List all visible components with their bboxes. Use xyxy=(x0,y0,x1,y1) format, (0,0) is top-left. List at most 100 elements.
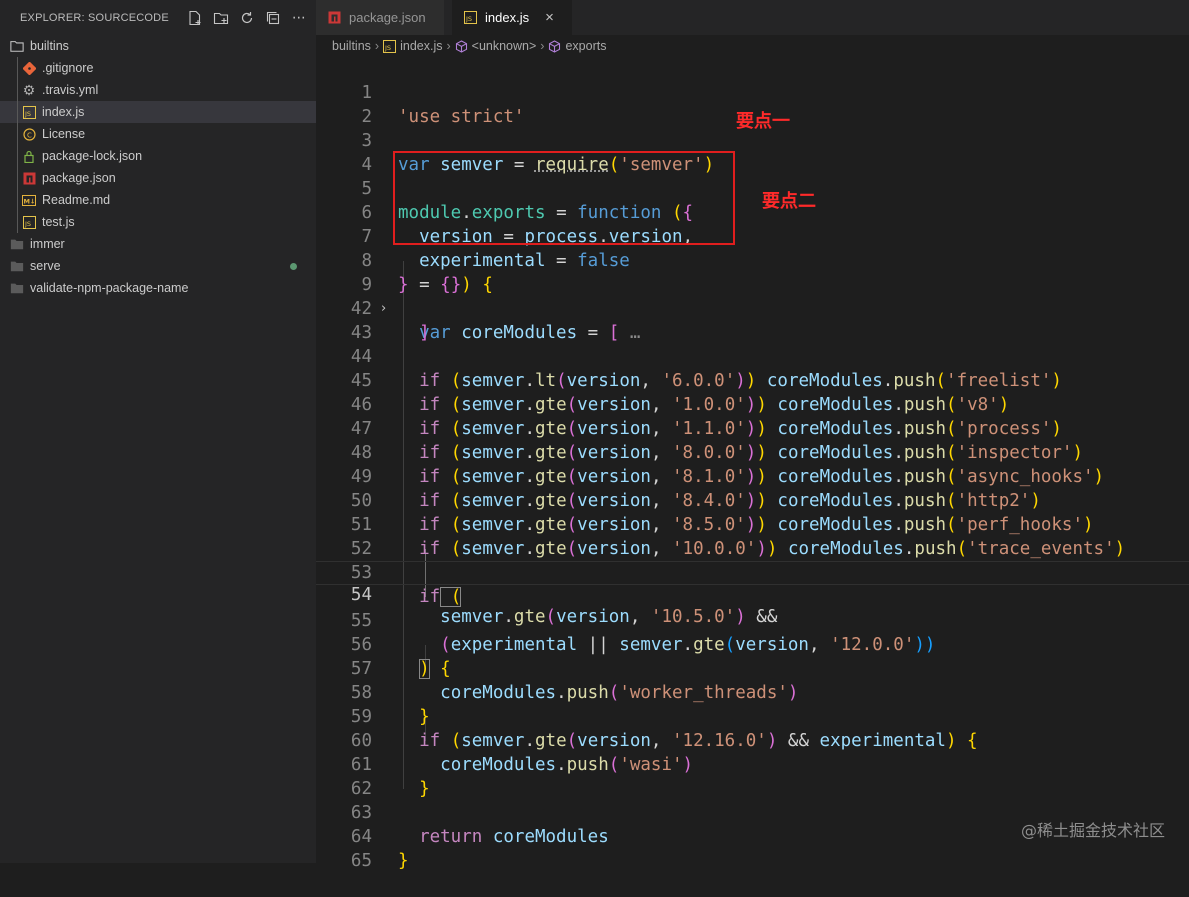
code-token: } xyxy=(398,851,409,871)
npm-icon xyxy=(22,171,36,185)
tree-item-label: .gitignore xyxy=(42,61,94,75)
watermark: @稀土掘金技术社区 xyxy=(1020,821,1165,840)
gear-icon: ⚙ xyxy=(22,81,36,98)
svg-text:JS: JS xyxy=(24,110,31,118)
code-line-current: 54 semver.gte(version, '10.5.0') && xyxy=(316,561,1189,627)
folder-icon xyxy=(10,281,24,295)
chevron-right-icon: › xyxy=(540,39,545,53)
annotation-point-one: 要点一 xyxy=(736,111,790,132)
cube-icon xyxy=(548,39,561,53)
js-file-icon: JS xyxy=(22,105,36,119)
explorer-sidebar: EXPLORER: SOURCECODE ⋯ builtins .gitigno… xyxy=(0,0,316,863)
tree-item-gitignore[interactable]: .gitignore xyxy=(0,57,316,79)
tree-item-label: Readme.md xyxy=(42,193,111,207)
annotation-point-two: 要点二 xyxy=(762,191,816,212)
new-folder-icon[interactable] xyxy=(212,9,230,27)
tree-item-test-js[interactable]: JS test.js xyxy=(0,211,316,233)
code-line: 50 if (semver.gte(version, '8.5.0')) cor… xyxy=(316,465,1189,535)
tree-item-label: test.js xyxy=(42,215,75,229)
code-line: 44 if (semver.lt(version, '6.0.0')) core… xyxy=(316,321,1189,391)
tree-item-package-lock[interactable]: package-lock.json xyxy=(0,145,316,167)
folder-icon xyxy=(10,259,24,273)
code-line: 2 xyxy=(316,81,1189,127)
code-line: 61 } xyxy=(316,729,1189,799)
line-number: 65 xyxy=(350,851,372,871)
more-icon[interactable]: ⋯ xyxy=(290,9,308,27)
tree-item-label: License xyxy=(42,127,86,141)
code-line: 52 xyxy=(316,513,1189,559)
svg-text:JS: JS xyxy=(24,220,31,228)
folder-icon xyxy=(10,237,24,251)
tree-folder-validate-npm-package-name[interactable]: validate-npm-package-name xyxy=(0,277,316,299)
code-line: 60 coreModules.push('wasi') xyxy=(316,705,1189,775)
collapse-all-icon[interactable] xyxy=(264,9,282,27)
code-line: 43 xyxy=(316,297,1189,343)
tab-bar: package.json JS index.js × xyxy=(316,0,1189,35)
tree-item-label: package.json xyxy=(42,171,116,185)
file-tree: builtins .gitignore ⚙ .travis.yml JS ind… xyxy=(0,35,316,299)
code-line: 48 if (semver.gte(version, '8.1.0')) cor… xyxy=(316,417,1189,487)
breadcrumb-folder[interactable]: builtins xyxy=(332,39,371,53)
tree-folder-immer[interactable]: immer xyxy=(0,233,316,255)
breadcrumb-file[interactable]: index.js xyxy=(400,39,442,53)
code-line: 45 if (semver.gte(version, '1.0.0')) cor… xyxy=(316,345,1189,415)
folder-open-icon xyxy=(10,39,24,53)
lock-icon xyxy=(22,149,36,163)
tab-package-json[interactable]: package.json xyxy=(316,0,444,35)
code-line: 47 if (semver.gte(version, '8.0.0')) cor… xyxy=(316,393,1189,463)
tree-item-label: .travis.yml xyxy=(42,83,99,97)
code-line: 1 'use strict' xyxy=(316,57,1189,127)
npm-icon xyxy=(328,11,341,24)
tree-item-license[interactable]: C License xyxy=(0,123,316,145)
highlight-box xyxy=(393,151,735,245)
tab-label: package.json xyxy=(349,10,426,25)
code-line: 42 ] xyxy=(316,273,1189,343)
chevron-right-icon: › xyxy=(374,39,380,53)
close-icon[interactable]: × xyxy=(545,9,554,26)
svg-text:JS: JS xyxy=(384,44,391,52)
breadcrumb-scope[interactable]: <unknown> xyxy=(472,39,537,53)
svg-text:C: C xyxy=(27,131,32,139)
explorer-title: EXPLORER: SOURCECODE xyxy=(20,11,169,24)
tab-index-js[interactable]: JS index.js × xyxy=(452,0,572,35)
explorer-header: EXPLORER: SOURCECODE ⋯ xyxy=(0,0,316,35)
code-line: 49 if (semver.gte(version, '8.4.0')) cor… xyxy=(316,441,1189,511)
tree-item-label: package-lock.json xyxy=(42,149,143,163)
code-line: 46 if (semver.gte(version, '1.1.0')) cor… xyxy=(316,369,1189,439)
code-line: 56 ) { xyxy=(316,609,1189,679)
code-line: 59 if (semver.gte(version, '12.16.0') &&… xyxy=(316,681,1189,751)
breadcrumb-symbol[interactable]: exports xyxy=(565,39,606,53)
markdown-icon: M↓ xyxy=(22,193,36,207)
tree-folder-serve[interactable]: serve xyxy=(0,255,316,277)
tree-indent-guide xyxy=(17,57,18,233)
tree-item-travis[interactable]: ⚙ .travis.yml xyxy=(0,79,316,101)
tree-item-package-json[interactable]: package.json xyxy=(0,167,316,189)
js-file-icon: JS xyxy=(464,11,477,24)
tree-item-label: validate-npm-package-name xyxy=(30,281,189,295)
tree-folder-builtins[interactable]: builtins xyxy=(0,35,316,57)
new-file-icon[interactable] xyxy=(186,9,204,27)
code-line-folded[interactable]: 9 › var coreModules = [ … xyxy=(316,249,1189,343)
tab-label: index.js xyxy=(485,10,530,25)
code-line: 58 } xyxy=(316,657,1189,727)
code-line: 57 coreModules.push('worker_threads') xyxy=(316,633,1189,703)
js-file-icon: JS xyxy=(22,215,36,229)
tree-item-label: immer xyxy=(30,237,65,251)
tree-item-index-js[interactable]: JS index.js xyxy=(0,101,316,123)
code-line: 53 if ( xyxy=(316,537,1189,607)
js-file-icon: JS xyxy=(383,39,397,53)
code-line: 51 if (semver.gte(version, '10.0.0')) co… xyxy=(316,489,1189,559)
tree-item-label: serve xyxy=(30,259,61,273)
svg-text:JS: JS xyxy=(465,15,472,23)
code-line: 55 (experimental || semver.gte(version, … xyxy=(316,585,1189,655)
tree-item-label: index.js xyxy=(42,105,85,119)
cube-icon xyxy=(455,39,468,53)
tree-item-readme[interactable]: M↓ Readme.md xyxy=(0,189,316,211)
svg-text:M↓: M↓ xyxy=(24,197,36,205)
chevron-right-icon: › xyxy=(446,39,451,53)
code-line: 63 return coreModules xyxy=(316,777,1189,847)
refresh-icon[interactable] xyxy=(238,9,256,27)
license-icon: C xyxy=(22,127,36,141)
tree-item-label: builtins xyxy=(30,39,69,53)
breadcrumb: builtins › JS index.js › <unknown> › exp… xyxy=(316,35,1189,57)
